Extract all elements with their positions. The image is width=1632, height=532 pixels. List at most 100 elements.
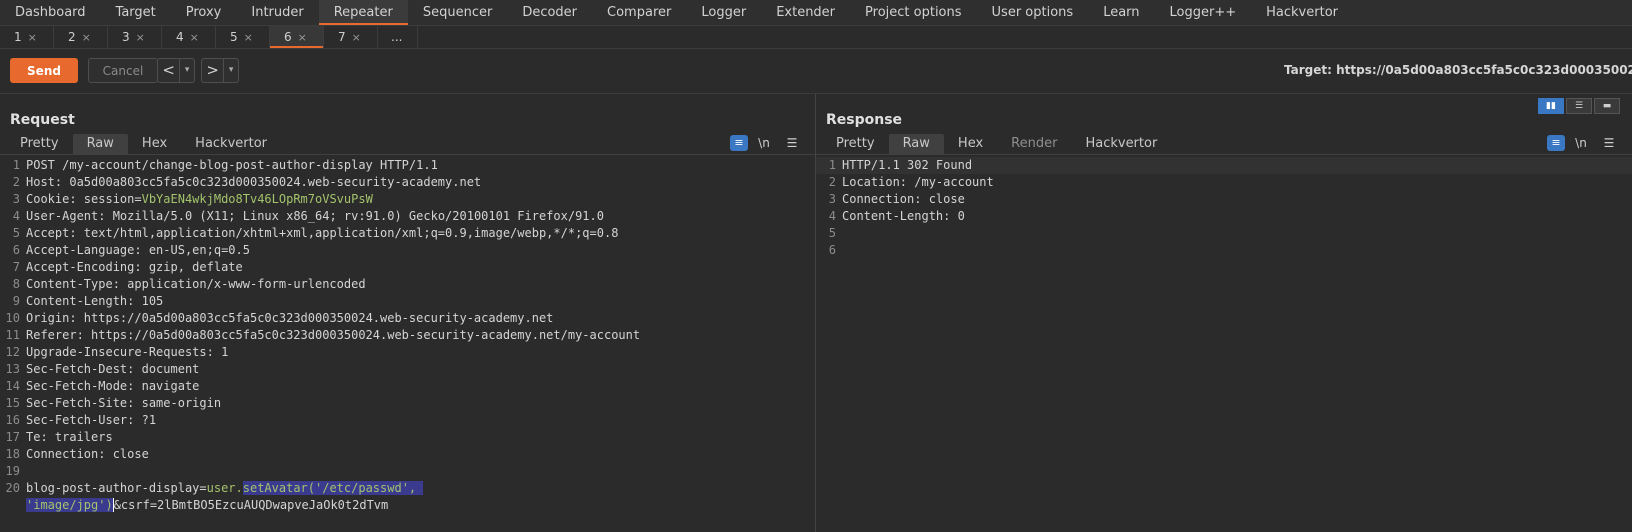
- close-icon[interactable]: ×: [136, 31, 145, 44]
- repeater-tab-6[interactable]: 6 ×: [270, 26, 324, 48]
- repeater-tab-1[interactable]: 1 ×: [0, 26, 54, 48]
- header-name: Connection:: [26, 447, 106, 461]
- main-tab-hackvertor[interactable]: Hackvertor: [1251, 0, 1353, 25]
- request-editor[interactable]: 1 POST /my-account/change-blog-post-autho…: [0, 157, 815, 532]
- selected-text: setAvatar('/etc/passwd',: [242, 481, 424, 495]
- chevron-left-icon[interactable]: <: [158, 59, 181, 82]
- line-number: 14: [5, 379, 20, 393]
- repeater-tab-2[interactable]: 2 ×: [54, 26, 108, 48]
- repeater-tab-7[interactable]: 7 ×: [324, 26, 378, 48]
- close-icon[interactable]: ×: [244, 31, 253, 44]
- header-value: close: [105, 447, 149, 461]
- line-text: Accept-Language: en-US,en;q=0.5: [26, 242, 250, 259]
- body-param-value: user.: [206, 481, 243, 495]
- repeater-tab-5[interactable]: 5 ×: [216, 26, 270, 48]
- editor-line: 12 Upgrade-Insecure-Requests: 1: [0, 344, 815, 361]
- main-tab-dashboard[interactable]: Dashboard: [0, 0, 101, 25]
- main-tab-project-options[interactable]: Project options: [850, 0, 977, 25]
- close-icon[interactable]: ×: [352, 31, 361, 44]
- header-name: Te:: [26, 430, 48, 444]
- line-number: 8: [12, 277, 20, 291]
- request-tab-pretty[interactable]: Pretty: [6, 134, 73, 154]
- header-value: same-origin: [134, 396, 222, 410]
- newline-toggle-icon[interactable]: \n: [752, 133, 776, 153]
- request-tab-hackvertor[interactable]: Hackvertor: [181, 134, 281, 154]
- header-name: Origin:: [26, 311, 77, 325]
- word-wrap-icon[interactable]: ≡: [1547, 135, 1565, 151]
- main-tab-comparer[interactable]: Comparer: [592, 0, 686, 25]
- main-tab-proxy[interactable]: Proxy: [171, 0, 237, 25]
- main-tab-repeater[interactable]: Repeater: [318, 0, 408, 25]
- chevron-down-icon[interactable]: ▾: [180, 59, 194, 82]
- body-rest: &csrf=2lBmtBO5EzcuAUQDwapveJaOk0t2dTvm: [112, 498, 389, 512]
- editor-line: 10 Origin: https://0a5d00a803cc5fa5c0c323…: [0, 310, 815, 327]
- response-tools: ≡ \n ☰: [1543, 133, 1621, 153]
- header-value: 105: [134, 294, 164, 308]
- tabbed-layout-icon[interactable]: ▬: [1594, 98, 1620, 114]
- header-value: gzip, deflate: [141, 260, 243, 274]
- send-button[interactable]: Send: [10, 58, 78, 83]
- main-tab-decoder[interactable]: Decoder: [507, 0, 592, 25]
- response-editor[interactable]: 1 HTTP/1.1 302 Found 2 Location: /my-accoun…: [816, 157, 1632, 532]
- split-horizontal-icon[interactable]: ▮▮: [1538, 98, 1564, 114]
- split-vertical-icon[interactable]: ☰: [1566, 98, 1592, 114]
- newline-toggle-icon[interactable]: \n: [1569, 133, 1593, 153]
- response-tab-pretty[interactable]: Pretty: [822, 134, 889, 154]
- word-wrap-icon[interactable]: ≡: [730, 135, 748, 151]
- repeater-tab-4[interactable]: 4 ×: [162, 26, 216, 48]
- divider: [816, 154, 1632, 155]
- editor-line: 17 Te: trailers: [0, 429, 815, 446]
- body-text: blog-post-author-display=user.setAvatar(…: [26, 480, 424, 497]
- more-tabs-button[interactable]: ...: [378, 26, 418, 48]
- main-tab-target[interactable]: Target: [101, 0, 171, 25]
- response-tab-hex[interactable]: Hex: [944, 134, 997, 154]
- editor-line: 9 Content-Length: 105: [0, 293, 815, 310]
- main-tab-sequencer[interactable]: Sequencer: [408, 0, 507, 25]
- header-value: trailers: [47, 430, 113, 444]
- cancel-button[interactable]: Cancel: [88, 58, 158, 83]
- line-text: Accept: text/html,application/xhtml+xml,…: [26, 225, 618, 242]
- response-tab-render[interactable]: Render: [997, 134, 1071, 154]
- line-text: Location: /my-account: [842, 174, 994, 191]
- response-tab-hackvertor[interactable]: Hackvertor: [1071, 134, 1171, 154]
- header-name: Location:: [842, 175, 908, 189]
- repeater-tab-label: 6: [284, 30, 292, 44]
- header-name: Accept-Encoding:: [26, 260, 142, 274]
- main-tab-extender[interactable]: Extender: [761, 0, 850, 25]
- line-text: Accept-Encoding: gzip, deflate: [26, 259, 243, 276]
- repeater-tab-3[interactable]: 3 ×: [108, 26, 162, 48]
- header-name: Referer:: [26, 328, 84, 342]
- close-icon[interactable]: ×: [28, 31, 37, 44]
- main-tab-logger[interactable]: Logger: [686, 0, 761, 25]
- main-tab-logger[interactable]: Logger++: [1155, 0, 1252, 25]
- main-tab-learn[interactable]: Learn: [1088, 0, 1154, 25]
- main-tab-intruder[interactable]: Intruder: [236, 0, 318, 25]
- request-tools: ≡ \n ☰: [726, 133, 804, 153]
- response-tab-raw[interactable]: Raw: [888, 134, 944, 154]
- close-icon[interactable]: ×: [190, 31, 199, 44]
- editor-line: 15 Sec-Fetch-Site: same-origin: [0, 395, 815, 412]
- request-title: Request: [10, 112, 75, 128]
- repeater-tab-label: 1: [14, 30, 22, 44]
- line-number: 6: [828, 243, 836, 257]
- repeater-tab-label: 4: [176, 30, 184, 44]
- editor-line: 11 Referer: https://0a5d00a803cc5fa5c0c32…: [0, 327, 815, 344]
- line-text: Sec-Fetch-User: ?1: [26, 412, 156, 429]
- main-tab-user-options[interactable]: User options: [977, 0, 1089, 25]
- target-url[interactable]: Target: https://0a5d00a803cc5fa5c0c323d0…: [1284, 63, 1632, 77]
- editor-line: 1 HTTP/1.1 302 Found: [816, 157, 1632, 174]
- menu-icon[interactable]: ☰: [780, 133, 804, 153]
- chevron-right-icon[interactable]: >: [202, 59, 225, 82]
- editor-line: 19: [0, 463, 815, 480]
- chevron-down-icon[interactable]: ▾: [224, 59, 238, 82]
- request-tab-raw[interactable]: Raw: [72, 134, 128, 154]
- menu-icon[interactable]: ☰: [1597, 133, 1621, 153]
- close-icon[interactable]: ×: [82, 31, 91, 44]
- line-number: 7: [12, 260, 20, 274]
- header-value: Mozilla/5.0 (X11; Linux x86_64; rv:91.0)…: [105, 209, 604, 223]
- line-text: Origin: https://0a5d00a803cc5fa5c0c323d0…: [26, 310, 553, 327]
- line-number: 19: [5, 464, 20, 478]
- request-tab-hex[interactable]: Hex: [128, 134, 181, 154]
- editor-line: 1 POST /my-account/change-blog-post-autho…: [0, 157, 815, 174]
- close-icon[interactable]: ×: [298, 31, 307, 44]
